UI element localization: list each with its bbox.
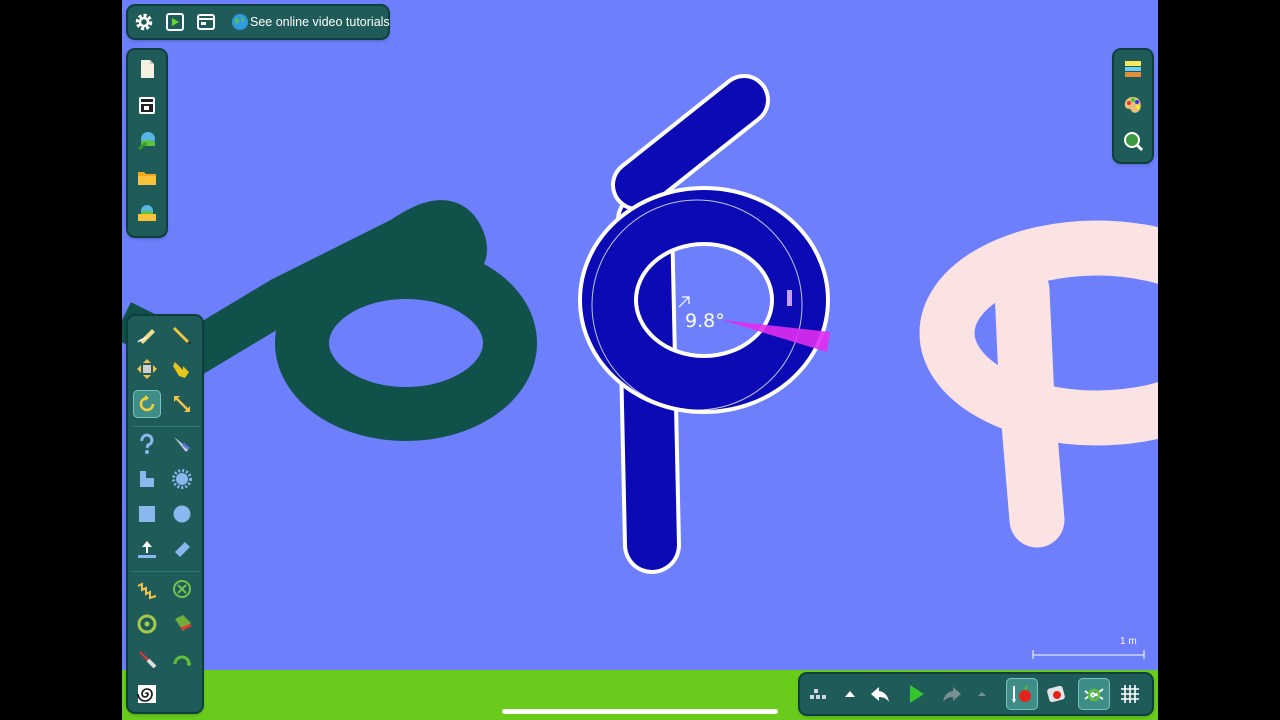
cut-knife-icon[interactable]: [168, 430, 196, 458]
circle-tool-icon[interactable]: [168, 500, 196, 528]
gravity-apple-icon[interactable]: [1006, 678, 1038, 710]
polygon-tool-icon[interactable]: [133, 465, 161, 493]
load-scenery-icon[interactable]: [133, 127, 161, 155]
save-scene-icon[interactable]: [133, 91, 161, 119]
scale-bar: [1032, 650, 1145, 659]
gear-shape-icon[interactable]: [168, 465, 196, 493]
expand-arrow-icon[interactable]: [968, 680, 996, 708]
scale-label: 1 m: [1120, 636, 1137, 647]
rotate-tool-icon[interactable]: [133, 390, 161, 418]
hinge-tool-icon[interactable]: [133, 430, 161, 458]
tracer-tool-icon[interactable]: [168, 645, 196, 673]
box-tool-icon[interactable]: [133, 500, 161, 528]
controller-icon[interactable]: [1078, 678, 1110, 710]
play-icon[interactable]: [161, 8, 189, 36]
home-indicator: [502, 709, 778, 714]
attach-tool-icon[interactable]: [168, 610, 196, 638]
rotation-readout: 9.8°: [685, 310, 725, 332]
axle-tool-icon[interactable]: [133, 610, 161, 638]
left-file-panel: [128, 50, 166, 236]
bottom-toolbar: [800, 674, 1152, 714]
background-layers-icon[interactable]: [1119, 55, 1147, 83]
tool-panel: [128, 316, 202, 712]
app-window: 9.8° 1 m: [122, 0, 1158, 720]
up-arrow-icon[interactable]: [836, 680, 864, 708]
roll-tool-icon[interactable]: [168, 535, 196, 563]
air-resistance-icon[interactable]: [1042, 680, 1070, 708]
scale-tool-icon[interactable]: [168, 390, 196, 418]
tutorials-link[interactable]: See online video tutorials: [250, 15, 390, 29]
sketch-tool-icon[interactable]: [133, 320, 161, 348]
grid-menu-icon[interactable]: [802, 680, 830, 708]
remove-tool-icon[interactable]: [168, 575, 196, 603]
fixate-tool-icon[interactable]: [133, 535, 161, 563]
redo-icon[interactable]: [938, 680, 966, 708]
play-simulation-icon[interactable]: [902, 680, 930, 708]
scene-canvas[interactable]: [122, 0, 1158, 720]
window-icon[interactable]: [192, 8, 220, 36]
drag-hand-icon[interactable]: [168, 355, 196, 383]
zoom-object-icon[interactable]: [1119, 127, 1147, 155]
spring-tool-icon[interactable]: [133, 575, 161, 603]
laser-tool-icon[interactable]: [133, 645, 161, 673]
top-toolbar: See online video tutorials: [128, 6, 390, 38]
right-panel: [1114, 50, 1152, 162]
gear-icon[interactable]: [130, 8, 158, 36]
open-scene-folder-icon[interactable]: [133, 199, 161, 227]
pink-phi-shape[interactable]: [919, 220, 1158, 548]
open-folder-icon[interactable]: [133, 163, 161, 191]
move-tool-icon[interactable]: [133, 355, 161, 383]
color-palette-icon[interactable]: [1119, 91, 1147, 119]
new-document-icon[interactable]: [133, 55, 161, 83]
grid-toggle-icon[interactable]: [1116, 680, 1144, 708]
draw-pencil-icon[interactable]: [168, 320, 196, 348]
spiral-tool-icon[interactable]: [133, 680, 161, 708]
undo-icon[interactable]: [866, 680, 894, 708]
